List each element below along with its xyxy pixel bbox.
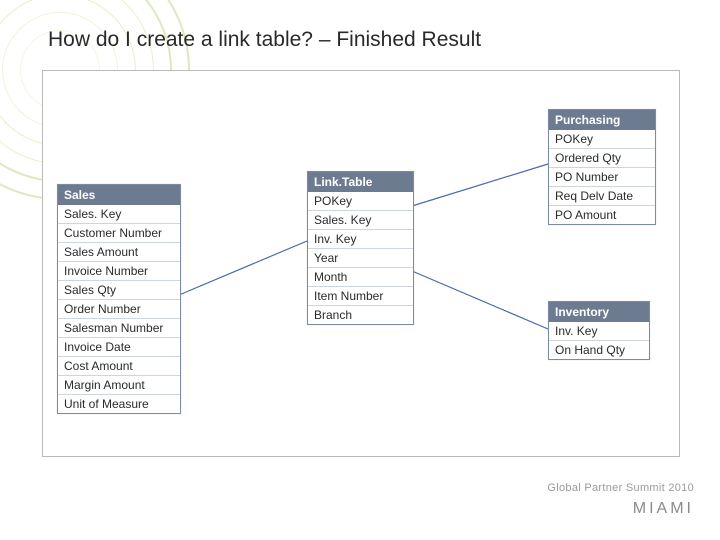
table-inventory: Inventory Inv. KeyOn Hand Qty <box>548 301 650 360</box>
table-fields: Sales. KeyCustomer NumberSales AmountInv… <box>58 205 180 413</box>
table-fields: POKeySales. KeyInv. KeyYearMonthItem Num… <box>308 192 413 324</box>
footer-summit-text: Global Partner Summit 2010 <box>547 482 694 494</box>
table-field: Unit of Measure <box>58 394 180 413</box>
footer-miami-text: MIAMI <box>547 500 694 518</box>
table-field: PO Amount <box>549 205 655 224</box>
table-field: Year <box>308 248 413 267</box>
table-purchasing: Purchasing POKeyOrdered QtyPO NumberReq … <box>548 109 656 225</box>
table-header: Inventory <box>549 302 649 322</box>
table-header: Sales <box>58 185 180 205</box>
table-field: Invoice Number <box>58 261 180 280</box>
table-field: Req Delv Date <box>549 186 655 205</box>
footer: Global Partner Summit 2010 MIAMI <box>547 482 694 518</box>
table-field: Customer Number <box>58 223 180 242</box>
table-field: Order Number <box>58 299 180 318</box>
table-field: Salesman Number <box>58 318 180 337</box>
table-field: Margin Amount <box>58 375 180 394</box>
table-field: Inv. Key <box>549 322 649 340</box>
table-field: PO Number <box>549 167 655 186</box>
table-field: Cost Amount <box>58 356 180 375</box>
table-header: Link.Table <box>308 172 413 192</box>
diagram-canvas: Sales Sales. KeyCustomer NumberSales Amo… <box>42 70 680 457</box>
table-field: Ordered Qty <box>549 148 655 167</box>
table-field: On Hand Qty <box>549 340 649 359</box>
table-fields: POKeyOrdered QtyPO NumberReq Delv DatePO… <box>549 130 655 224</box>
table-field: Sales Amount <box>58 242 180 261</box>
table-field: Item Number <box>308 286 413 305</box>
table-linktable: Link.Table POKeySales. KeyInv. KeyYearMo… <box>307 171 414 325</box>
table-field: POKey <box>308 192 413 210</box>
table-field: Inv. Key <box>308 229 413 248</box>
table-field: POKey <box>549 130 655 148</box>
table-header: Purchasing <box>549 110 655 130</box>
table-sales: Sales Sales. KeyCustomer NumberSales Amo… <box>57 184 181 414</box>
table-field: Sales. Key <box>58 205 180 223</box>
table-field: Invoice Date <box>58 337 180 356</box>
table-field: Sales Qty <box>58 280 180 299</box>
page-title: How do I create a link table? – Finished… <box>48 28 481 52</box>
table-field: Month <box>308 267 413 286</box>
table-field: Sales. Key <box>308 210 413 229</box>
table-field: Branch <box>308 305 413 324</box>
table-fields: Inv. KeyOn Hand Qty <box>549 322 649 359</box>
